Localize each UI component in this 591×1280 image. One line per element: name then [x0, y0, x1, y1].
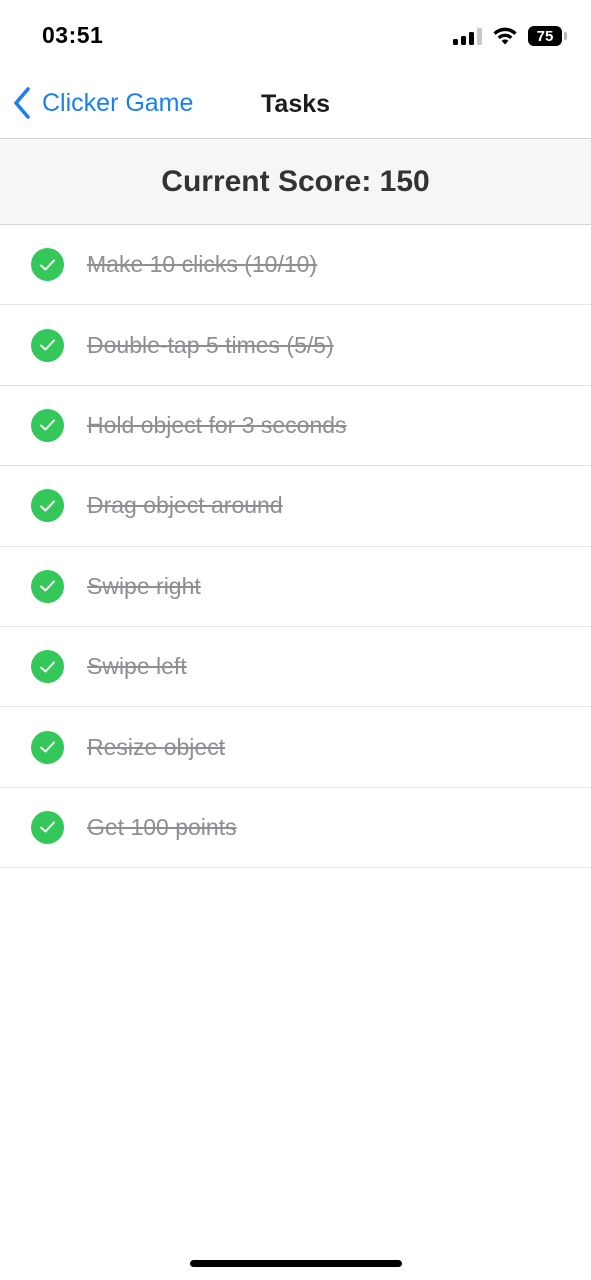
check-circle-icon [31, 810, 64, 844]
task-row[interactable]: Resize object [0, 707, 591, 788]
navigation-bar: Clicker Game Tasks [0, 72, 591, 138]
check-circle-icon [31, 730, 64, 764]
task-label: Hold object for 3 seconds [87, 411, 347, 438]
task-row[interactable]: Hold object for 3 seconds [0, 386, 591, 467]
check-circle-icon [31, 489, 64, 523]
task-row[interactable]: Swipe left [0, 627, 591, 708]
back-button[interactable]: Clicker Game [12, 86, 193, 120]
task-row[interactable]: Drag object around [0, 466, 591, 547]
home-indicator[interactable] [190, 1260, 402, 1267]
status-time: 03:51 [42, 22, 104, 48]
task-row[interactable]: Swipe right [0, 547, 591, 627]
battery-level: 75 [528, 26, 562, 46]
task-row[interactable]: Get 100 points [0, 788, 591, 869]
wifi-icon [493, 27, 517, 45]
page-title: Tasks [261, 90, 331, 118]
task-row[interactable]: Double-tap 5 times (5/5) [0, 305, 591, 386]
task-label: Double-tap 5 times (5/5) [87, 331, 334, 358]
check-circle-icon [31, 569, 64, 603]
check-circle-icon [31, 408, 64, 442]
task-label: Swipe right [87, 572, 201, 599]
score-header: Current Score: 150 [0, 138, 591, 225]
task-list: Make 10 clicks (10/10) Double-tap 5 time… [0, 225, 591, 869]
check-circle-icon [31, 650, 64, 684]
current-score: Current Score: 150 [161, 164, 430, 198]
battery-icon: 75 [528, 26, 567, 46]
task-label: Swipe left [87, 653, 187, 680]
task-row[interactable]: Make 10 clicks (10/10) [0, 225, 591, 306]
check-circle-icon [31, 328, 64, 362]
task-label: Resize object [87, 733, 226, 760]
signal-icon [453, 27, 482, 45]
check-circle-icon [31, 248, 64, 282]
chevron-left-icon [14, 87, 30, 119]
back-button-label: Clicker Game [42, 88, 194, 117]
task-label: Make 10 clicks (10/10) [87, 251, 318, 278]
status-bar: 03:51 75 [0, 0, 591, 72]
task-label: Drag object around [87, 492, 283, 519]
task-label: Get 100 points [87, 813, 237, 840]
status-icons: 75 [453, 24, 567, 48]
